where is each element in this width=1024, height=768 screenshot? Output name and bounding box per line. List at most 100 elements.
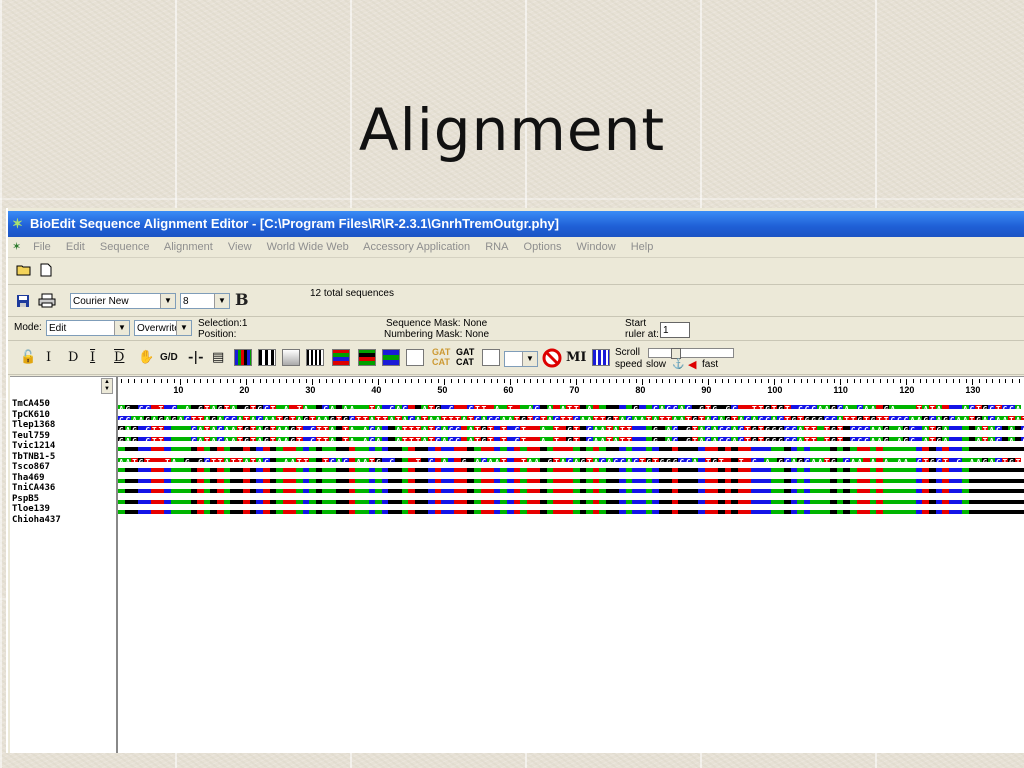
font-size-select[interactable]: 8 ▼ [180, 293, 230, 309]
slide-title: Alignment [358, 96, 666, 164]
ruler-tick [609, 379, 611, 383]
chevron-down-icon: ▼ [160, 294, 175, 308]
ruler-tick [932, 379, 934, 383]
sequence-name[interactable]: Tlep1368 [12, 420, 55, 430]
lock-icon[interactable]: 🔓 [20, 350, 36, 365]
ruler-tick [913, 379, 914, 383]
no-symbol-icon[interactable] [542, 348, 562, 372]
delete-button[interactable]: D [68, 350, 78, 365]
ruler-tick [781, 379, 782, 383]
edit-tools-toolbar: 🔓 I D I D ✋ G/D -|- ▤ GAT CAT GAT CAT ▼ … [8, 344, 1024, 375]
ruler-tick [622, 379, 624, 383]
alignment-row[interactable]: ........................................… [118, 441, 1024, 451]
ruler-tick [404, 379, 406, 383]
sequence-name[interactable]: TbTNB1-5 [12, 452, 55, 462]
ruler-tick [464, 379, 466, 383]
alignment-row[interactable]: ........................................… [118, 494, 1024, 504]
alignment-grid[interactable]: AG.CC.T.C.A.GTAGTA.GTGCT.A.TA..CA.AA..TA… [118, 399, 1024, 519]
menu-options[interactable]: Options [524, 241, 562, 253]
hand-icon[interactable]: ✋ [138, 350, 154, 365]
gap-delete-button[interactable]: G/D [160, 352, 178, 363]
ruler-tick [1012, 379, 1013, 383]
sequence-name[interactable]: TmCA450 [12, 399, 50, 409]
sequence-name[interactable]: Tloe139 [12, 504, 50, 514]
window-titlebar[interactable]: ✶ BioEdit Sequence Alignment Editor - [C:… [8, 211, 1024, 237]
ruler-tick [814, 379, 815, 383]
gat-top-left[interactable]: GAT [432, 347, 450, 357]
new-document-icon[interactable] [40, 263, 52, 280]
ruler-tick [517, 379, 518, 383]
menu-edit[interactable]: Edit [66, 241, 85, 253]
overwrite-select[interactable]: Overwrite ▼ [134, 320, 192, 336]
slider-thumb[interactable] [671, 348, 681, 359]
ruler-start-input[interactable]: 1 [660, 322, 690, 338]
menu-rna[interactable]: RNA [485, 241, 508, 253]
sequence-name[interactable]: PspB5 [12, 494, 39, 504]
dna-menu-icon[interactable]: ✶ [12, 237, 30, 257]
menu-file[interactable]: File [33, 241, 51, 253]
ruler-label: 70 [569, 385, 580, 395]
identity-toggle-icon[interactable] [282, 349, 300, 366]
sequence-name[interactable]: Tvic1214 [12, 441, 55, 451]
sequence-name[interactable]: Teul759 [12, 431, 50, 441]
mode-select[interactable]: Edit ▼ [46, 320, 130, 336]
ruler-start-value: 1 [663, 325, 669, 336]
scroll-label: Scroll [615, 347, 641, 358]
menu-window[interactable]: Window [577, 241, 616, 253]
ruler-tick [682, 379, 683, 383]
gat-top-right[interactable]: GAT [456, 347, 474, 357]
menu-view[interactable]: View [228, 241, 252, 253]
bold-button[interactable]: B [235, 290, 249, 309]
menu-alignment[interactable]: Alignment [164, 241, 213, 253]
alignment-row[interactable]: ........................................… [118, 483, 1024, 493]
ruler-tick [761, 379, 763, 383]
insert-button[interactable]: I [46, 350, 51, 365]
sequence-name[interactable]: TpCK610 [12, 410, 50, 420]
alignment-row[interactable]: ........................................… [118, 504, 1024, 514]
font-name-select[interactable]: Courier New ▼ [70, 293, 176, 309]
sequence-name[interactable]: Tsco867 [12, 462, 50, 472]
alignment-row[interactable]: AATGT..TA.G.GCTTATTATAC..AATT..TCAC.AATG… [118, 452, 1024, 462]
alignment-row[interactable]: ........................................… [118, 515, 1024, 520]
ruler-tick [873, 379, 875, 383]
color-blocks-2-icon[interactable] [358, 349, 376, 366]
scroll-speed-slider[interactable] [648, 348, 734, 359]
sequence-box-icon[interactable]: ▤ [212, 350, 224, 365]
menu-sequence[interactable]: Sequence [100, 241, 150, 253]
insert-column-icon[interactable]: I [90, 350, 95, 365]
reverse-complement-icon[interactable] [406, 349, 424, 366]
type-select[interactable]: ▼ [504, 351, 538, 367]
chevron-down-icon: ▼ [214, 294, 229, 308]
alignment-row[interactable]: ........................................… [118, 473, 1024, 483]
mi-button[interactable]: MI [566, 350, 586, 365]
menu-world-wide-web[interactable]: World Wide Web [267, 241, 349, 253]
ruler-tick [649, 379, 650, 383]
sequence-name[interactable]: TniCA436 [12, 483, 55, 493]
sequence-name[interactable]: Chioha437 [12, 515, 61, 525]
ruler-tick [629, 379, 631, 383]
dna-app-icon: ✶ [12, 216, 23, 231]
sequence-name[interactable]: Tha469 [12, 473, 45, 483]
shade-toggle-icon[interactable] [258, 349, 276, 366]
alignment-row[interactable]: CCAAGAGAGACTTAGACCATACAATGTAGTAAGTGCTTAT… [118, 410, 1024, 420]
ruler-tick [536, 379, 538, 383]
delete-column-icon[interactable]: D [114, 350, 124, 365]
open-folder-icon[interactable] [16, 263, 32, 279]
alignment-row[interactable]: ........................................… [118, 462, 1024, 472]
alignment-row[interactable]: GAG.CTT....CATACAATGTAGTAAGT.CTTA.TA.ACA… [118, 420, 1024, 430]
ruler-scroll-button[interactable]: ▲ ▼ [101, 378, 113, 394]
alignment-row[interactable]: AG.CC.T.C.A.GTAGTA.GTGCT.A.TA..CA.AA..TA… [118, 399, 1024, 409]
split-icon[interactable]: -|- [188, 350, 204, 365]
print-icon[interactable] [38, 293, 56, 311]
matrix-icon[interactable] [592, 349, 610, 366]
color-blocks-icon[interactable] [332, 349, 350, 366]
color-toggle-icon[interactable] [234, 349, 252, 366]
menu-help[interactable]: Help [631, 241, 654, 253]
alignment-row[interactable]: GAG.CTT....CATACAATGTAGTAAGT.CTTA.TA.ACA… [118, 431, 1024, 441]
color-blocks-3-icon[interactable] [382, 349, 400, 366]
save-icon[interactable] [16, 294, 30, 311]
bars-toggle-icon[interactable] [306, 349, 324, 366]
type-icon[interactable] [482, 349, 500, 366]
menu-accessory-application[interactable]: Accessory Application [363, 241, 470, 253]
ruler-tick [437, 379, 439, 383]
